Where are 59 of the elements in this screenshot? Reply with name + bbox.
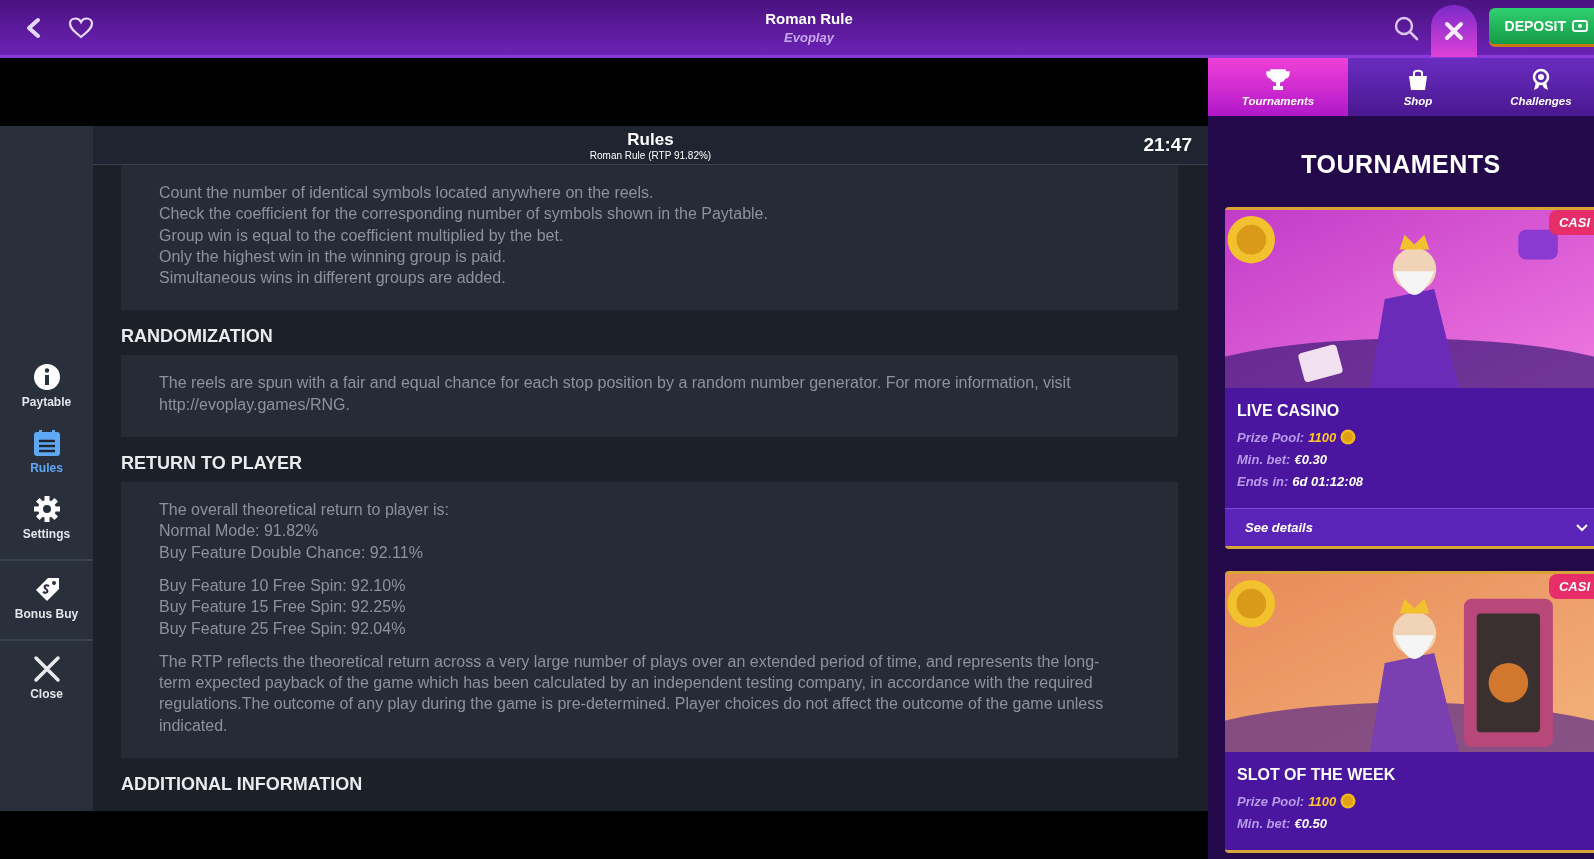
panel-tab[interactable]: Tournaments: [1208, 58, 1348, 116]
close-icon: [32, 654, 61, 683]
rule-text: Count the number of identical symbols located anywhere on the reels.: [159, 183, 655, 203]
shopping-bag-icon: [1406, 67, 1430, 92]
sidebar-item[interactable]: Paytable: [0, 358, 93, 413]
chevron-down-icon: [1576, 523, 1588, 532]
rule-text: The overall theoretical return to player is:: [159, 500, 450, 521]
close-icon: [1443, 20, 1464, 41]
rule-text: Buy Feature 15 Free Spin: 92.25%: [159, 597, 407, 618]
info-label: Min. bet:: [1237, 452, 1291, 467]
section-heading: RETURN TO PLAYER: [121, 452, 304, 476]
sidebar-item[interactable]: Bonus Buy: [0, 570, 93, 625]
coin-icon: [1340, 429, 1357, 445]
info-value: 6d 01:12:08: [1292, 474, 1364, 489]
cash-icon: [1572, 17, 1588, 34]
rule-text: Simultaneous wins in different groups are added.: [159, 268, 507, 289]
sidebar-item[interactable]: Rules: [0, 424, 93, 479]
category-badge: CASI: [1548, 574, 1594, 599]
info-value: €0.30: [1294, 452, 1327, 467]
panel-tab[interactable]: Shop: [1348, 58, 1488, 116]
rule-text: Buy Feature 10 Free Spin: 92.10%: [159, 575, 407, 596]
category-badge: CASI: [1548, 210, 1594, 235]
list-icon: [32, 428, 61, 457]
panel-title: TOURNAMENTS: [1300, 149, 1502, 180]
clock: 21:47: [1143, 134, 1192, 156]
rule-text: The RTP reflects the theoretical return across a very large number of plays over an extended period of time, and represents the long-term expected payback of the game which has been calculated by an independent testing company, in accordance with the required regulations.The outcome of any play during the game is pre-determined. Player choices do not affect the outcome of the game unless indicated.: [159, 651, 1105, 736]
see-details-button[interactable]: See details: [1225, 508, 1594, 546]
info-icon: [32, 362, 61, 391]
info-value: 1100: [1308, 793, 1337, 809]
sidebar-item[interactable]: Settings: [0, 490, 93, 545]
trophy-icon: [1266, 67, 1290, 92]
info-value: 1100: [1308, 429, 1337, 445]
tournament-name: LIVE CASINO: [1237, 402, 1341, 420]
info-value: €0.50: [1294, 816, 1327, 831]
rule-text: Group win is equal to the coefficient multiplied by the bet.: [159, 225, 565, 246]
rules-title: Rules: [626, 129, 675, 150]
provider-name: Evoplay: [783, 30, 836, 45]
search-icon[interactable]: [1392, 14, 1419, 41]
rule-text: Only the highest win in the winning group is paid.: [159, 246, 507, 267]
info-label: Ends in:: [1237, 474, 1289, 489]
gear-icon: [32, 494, 61, 523]
rule-text: Normal Mode: 91.82%: [159, 521, 320, 542]
info-label: Prize Pool:: [1237, 793, 1305, 809]
section-heading: RANDOMIZATION: [121, 325, 274, 349]
section-heading: ADDITIONAL INFORMATION: [121, 773, 364, 797]
info-label: Prize Pool:: [1237, 429, 1305, 445]
rule-text: Check the coefficient for the corresponding number of symbols shown in the Paytable.: [159, 204, 769, 225]
info-label: Min. bet:: [1237, 816, 1291, 831]
game-title: Roman Rule: [765, 10, 853, 27]
panel-tab[interactable]: Challenges: [1488, 58, 1594, 116]
coin-icon: [1340, 793, 1357, 809]
close-button[interactable]: [1430, 4, 1477, 57]
rule-text: The reels are spun with a fair and equal chance for each stop position by a random number generator. For more information, visit http://evoplay.games/RNG.: [159, 373, 1072, 415]
heart-icon[interactable]: [68, 15, 94, 40]
rule-text: Buy Feature 25 Free Spin: 92.04%: [159, 618, 407, 639]
rule-text: Buy Feature Double Chance: 92.11%: [159, 542, 424, 563]
sidebar-item[interactable]: Close: [0, 650, 93, 705]
rules-subtitle: Roman Rule (RTP 91.82%): [589, 149, 712, 161]
tournament-name: SLOT OF THE WEEK: [1237, 766, 1397, 784]
